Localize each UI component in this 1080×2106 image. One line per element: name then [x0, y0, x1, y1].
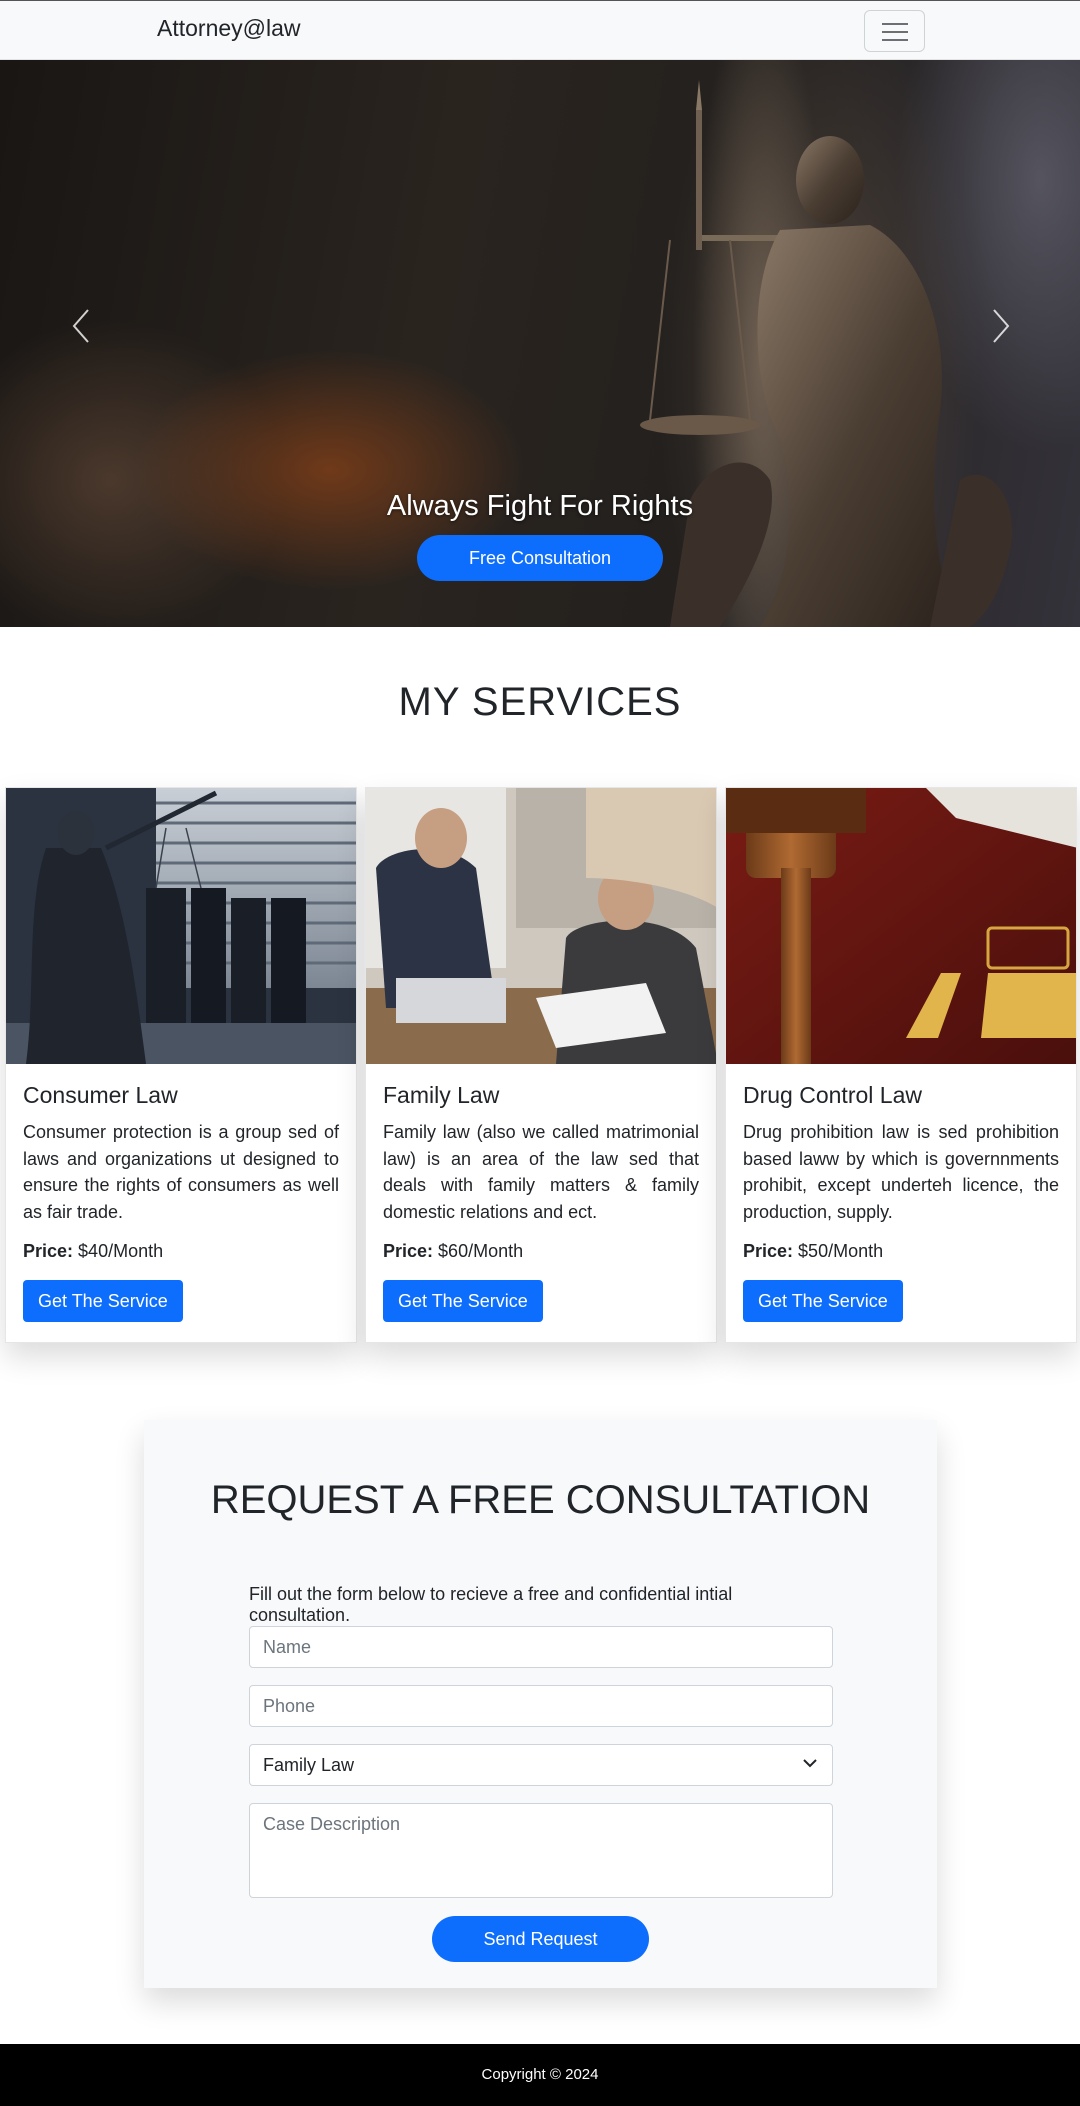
drug-control-law-image — [726, 788, 1076, 1064]
hero-title: Always Fight For Rights — [386, 490, 694, 522]
navbar: Attorney@law — [0, 0, 1080, 60]
hero-carousel: Always Fight For Rights Free Consultatio… — [0, 60, 1080, 627]
card-price: Price: $40/Month — [23, 1241, 339, 1262]
free-consultation-button[interactable]: Free Consultation — [417, 535, 663, 581]
chevron-down-icon — [801, 1754, 819, 1777]
name-input[interactable] — [249, 1626, 833, 1668]
consultation-intro: Fill out the form below to recieve a fre… — [249, 1584, 733, 1625]
card-price: Price: $60/Month — [383, 1241, 699, 1262]
consultation-form-section: REQUEST A FREE CONSULTATION Fill out the… — [144, 1420, 937, 1988]
services-title: MY SERVICES — [398, 680, 682, 724]
card-description: Consumer protection is a group sed of la… — [23, 1122, 339, 1222]
hero-caption: Always Fight For Rights Free Consultatio… — [0, 490, 1080, 581]
brand-link[interactable]: Attorney@law — [157, 15, 301, 42]
service-card-drug-control-law: Drug Control Law Drug prohibition law is… — [725, 787, 1077, 1343]
menu-toggle-button[interactable] — [864, 10, 925, 52]
consultation-title: REQUEST A FREE CONSULTATION — [210, 1478, 871, 1522]
phone-input[interactable] — [249, 1685, 833, 1727]
card-title: Drug Control Law — [743, 1082, 922, 1108]
chevron-left-icon — [71, 308, 91, 354]
get-service-button[interactable]: Get The Service — [743, 1280, 903, 1322]
card-title: Family Law — [383, 1082, 500, 1108]
carousel-next-button[interactable] — [976, 306, 1026, 356]
carousel-prev-button[interactable] — [56, 306, 106, 356]
case-type-select[interactable]: Family Law — [249, 1744, 833, 1786]
footer: Copyright © 2024 — [0, 2044, 1080, 2106]
chevron-right-icon — [991, 308, 1011, 354]
card-title: Consumer Law — [23, 1082, 178, 1108]
price-value: $40/Month — [78, 1241, 164, 1261]
card-description: Drug prohibition law is sed prohibition … — [743, 1122, 1059, 1222]
family-law-image — [366, 788, 716, 1064]
price-value: $50/Month — [798, 1241, 884, 1261]
case-type-value: Family Law — [263, 1754, 355, 1775]
send-request-button[interactable]: Send Request — [432, 1916, 649, 1962]
card-price: Price: $50/Month — [743, 1241, 1059, 1262]
consumer-law-image — [6, 788, 356, 1064]
price-label: Price: — [23, 1241, 74, 1261]
get-service-button[interactable]: Get The Service — [23, 1280, 183, 1322]
price-label: Price: — [383, 1241, 434, 1261]
get-service-button[interactable]: Get The Service — [383, 1280, 543, 1322]
price-label: Price: — [743, 1241, 794, 1261]
card-description: Family law (also we called matrimonial l… — [383, 1122, 699, 1222]
service-card-family-law: Family Law Family law (also we called ma… — [365, 787, 717, 1343]
copyright-text: Copyright © 2024 — [481, 2066, 599, 2083]
price-value: $60/Month — [438, 1241, 524, 1261]
service-card-consumer-law: Consumer Law Consumer protection is a gr… — [5, 787, 357, 1343]
case-description-textarea[interactable] — [249, 1803, 833, 1898]
